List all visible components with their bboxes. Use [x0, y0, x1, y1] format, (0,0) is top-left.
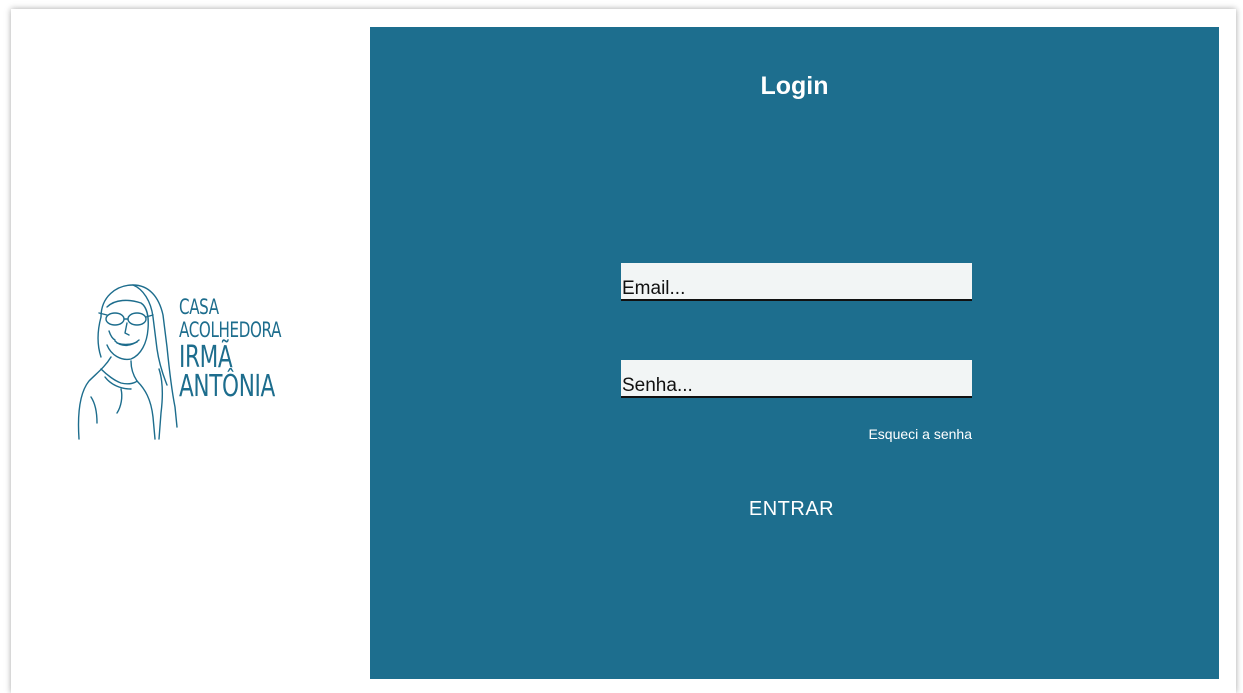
login-panel: Login Esqueci a senha ENTRAR	[370, 27, 1219, 679]
casa-acolhedora-logo: CASA ACOLHEDORA IRMÃ ANTÔNIA	[71, 277, 301, 447]
login-button[interactable]: ENTRAR	[719, 493, 864, 525]
logo-wordmark: CASA ACOLHEDORA IRMÃ ANTÔNIA	[179, 295, 321, 404]
app-window: CASA ACOLHEDORA IRMÃ ANTÔNIA Login Esque…	[11, 9, 1236, 693]
password-field[interactable]	[621, 360, 972, 398]
forgot-password-link[interactable]: Esqueci a senha	[868, 426, 972, 442]
logo-line-irma: IRMÃ	[179, 340, 233, 375]
logo-line-antonia: ANTÔNIA	[179, 369, 275, 404]
logo-line-casa: CASA	[179, 295, 219, 319]
nun-portrait-icon	[77, 284, 178, 440]
login-title: Login	[760, 72, 829, 100]
email-field[interactable]	[621, 263, 972, 301]
